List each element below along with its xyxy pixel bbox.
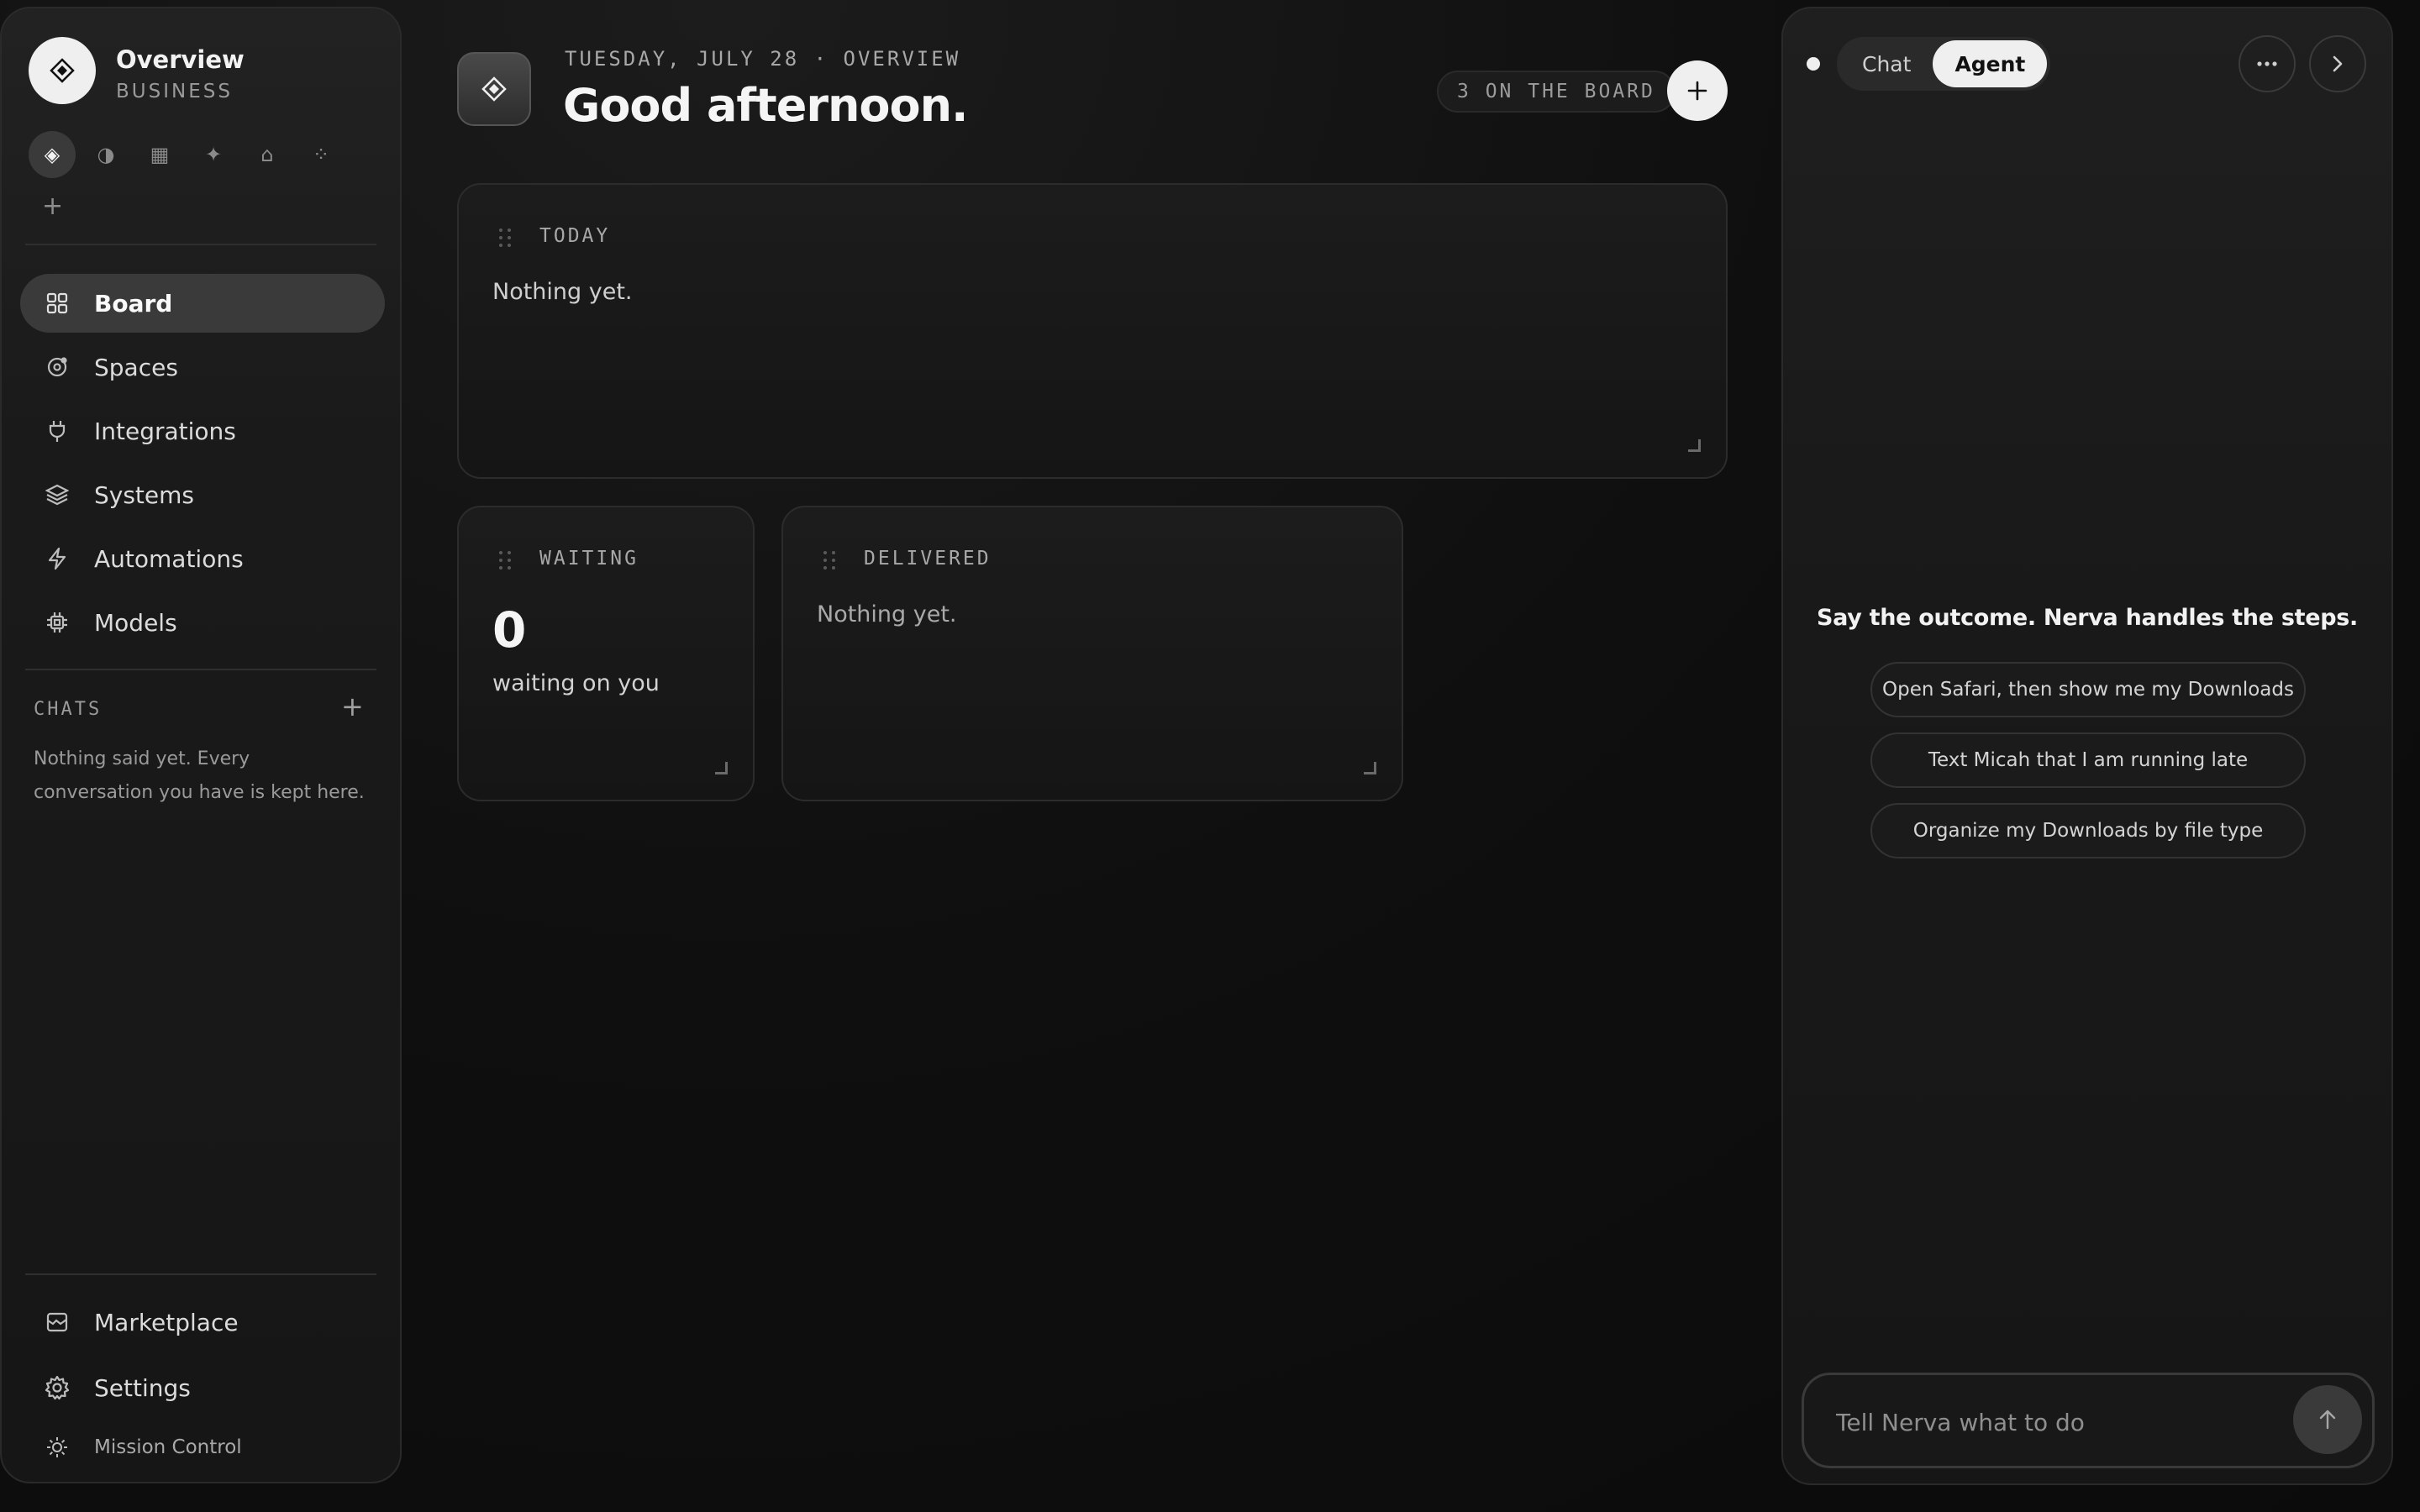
sidebar-divider: [25, 669, 376, 670]
board-count-badge: 3 ON THE BOARD: [1437, 71, 1676, 113]
tab-agent[interactable]: Agent: [1933, 40, 2048, 87]
sidebar-item-label: Spaces: [94, 353, 178, 381]
chats-empty-text: Nothing said yet. Every conversation you…: [34, 748, 365, 803]
workspace-logo[interactable]: [29, 37, 96, 104]
sidebar-item-marketplace[interactable]: Marketplace: [20, 1290, 385, 1354]
mission-control-label: Mission Control: [94, 1436, 242, 1458]
today-card[interactable]: TODAY Nothing yet.: [457, 183, 1728, 479]
waiting-label: waiting on you: [492, 670, 660, 696]
grid-icon: [44, 290, 71, 317]
add-card-button[interactable]: [1667, 60, 1728, 121]
sidebar-item-board[interactable]: Board: [20, 274, 385, 333]
workspace-dots-diamond-icon[interactable]: ⁘: [297, 131, 345, 178]
chevron-right-icon: [2333, 55, 2343, 72]
ellipsis-icon: [2257, 61, 2277, 66]
new-chat-icon[interactable]: +: [341, 690, 364, 722]
status-indicator: [1807, 57, 1820, 71]
resize-handle-icon[interactable]: [1688, 439, 1701, 452]
workspace-sparkle-icon[interactable]: ✦: [190, 131, 237, 178]
chip-icon: [44, 609, 71, 636]
resize-handle-icon[interactable]: [715, 762, 728, 774]
resize-handle-icon[interactable]: [1364, 762, 1376, 774]
drag-handle-icon[interactable]: [499, 228, 514, 247]
overview-logo: [457, 52, 531, 126]
sidebar-item-spaces[interactable]: Spaces: [20, 338, 385, 396]
chats-heading: CHATS: [34, 699, 103, 720]
sidebar-nav: Board Spaces Integrations Systems Automa…: [20, 274, 385, 657]
sidebar-item-automations[interactable]: Automations: [20, 529, 385, 588]
workspace-half-circle-icon[interactable]: ◑: [82, 131, 129, 178]
sidebar-bottom-nav: Marketplace Settings Mission Control: [20, 1290, 385, 1473]
date-line: TUESDAY, JULY 28 · OVERVIEW: [565, 47, 961, 71]
sunburst-icon: [44, 1434, 71, 1461]
collapse-panel-button[interactable]: [2309, 35, 2366, 92]
sidebar-divider: [25, 1273, 376, 1275]
diamond-logo-icon: [50, 58, 75, 83]
workspace-diamond-icon[interactable]: ◈: [29, 131, 76, 178]
arrow-up-icon: [2319, 1410, 2336, 1430]
sidebar: Overview BUSINESS ◈ ◑ ▦ ✦ ⌂ ⁘ + Board Sp…: [0, 7, 402, 1483]
mission-control-link[interactable]: Mission Control: [20, 1421, 385, 1473]
sidebar-divider: [25, 244, 376, 245]
sidebar-item-label: Automations: [94, 544, 244, 573]
sidebar-item-label: Systems: [94, 480, 194, 509]
sidebar-item-integrations[interactable]: Integrations: [20, 402, 385, 460]
agent-headline: Say the outcome. Nerva handles the steps…: [1817, 605, 2358, 631]
tab-chat[interactable]: Chat: [1840, 40, 1933, 87]
card-empty-text: Nothing yet.: [817, 601, 957, 627]
page-title: Good afternoon.: [563, 79, 969, 132]
agent-panel: Chat Agent Say the outcome. Nerva handle…: [1781, 7, 2393, 1485]
drag-handle-icon[interactable]: [823, 551, 839, 570]
sidebar-item-systems[interactable]: Systems: [20, 465, 385, 524]
sidebar-item-label: Models: [94, 608, 177, 637]
gear-icon: [44, 1374, 71, 1401]
workspace-switcher: ◈ ◑ ▦ ✦ ⌂ ⁘: [29, 131, 345, 178]
workspace-title: Overview: [116, 45, 245, 74]
sidebar-item-settings[interactable]: Settings: [20, 1356, 385, 1420]
marketplace-icon: [44, 1309, 71, 1336]
more-options-button[interactable]: [2238, 35, 2296, 92]
spaces-icon: [44, 354, 71, 381]
message-composer: [1802, 1373, 2375, 1468]
mode-toggle: Chat Agent: [1837, 37, 2051, 91]
suggestion-chip[interactable]: Organize my Downloads by file type: [1870, 803, 2306, 858]
drag-handle-icon[interactable]: [499, 551, 514, 570]
plus-icon: [1687, 81, 1707, 101]
layers-icon: [44, 481, 71, 508]
message-input[interactable]: [1834, 1400, 2275, 1444]
workspace-square-icon[interactable]: ▦: [136, 131, 183, 178]
card-title: DELIVERED: [864, 548, 992, 570]
card-title: WAITING: [539, 548, 639, 570]
suggestion-chip[interactable]: Text Micah that I am running late: [1870, 732, 2306, 788]
workspace-home-icon[interactable]: ⌂: [244, 131, 291, 178]
bolt-icon: [44, 545, 71, 572]
send-button[interactable]: [2293, 1385, 2362, 1454]
sidebar-item-label: Settings: [94, 1373, 191, 1402]
diamond-logo-icon: [481, 76, 507, 102]
add-workspace-icon[interactable]: +: [42, 192, 63, 221]
sidebar-item-label: Marketplace: [94, 1308, 239, 1336]
delivered-card[interactable]: DELIVERED Nothing yet.: [781, 506, 1403, 801]
card-empty-text: Nothing yet.: [492, 279, 633, 305]
card-title: TODAY: [539, 225, 611, 247]
suggestion-chip[interactable]: Open Safari, then show me my Downloads: [1870, 662, 2306, 717]
workspace-subtitle: BUSINESS: [116, 81, 233, 102]
sidebar-item-label: Integrations: [94, 417, 236, 445]
waiting-count: 0: [492, 601, 527, 659]
sidebar-item-label: Board: [94, 289, 173, 318]
plug-icon: [44, 417, 71, 444]
sidebar-item-models[interactable]: Models: [20, 593, 385, 652]
waiting-card[interactable]: WAITING 0 waiting on you: [457, 506, 755, 801]
